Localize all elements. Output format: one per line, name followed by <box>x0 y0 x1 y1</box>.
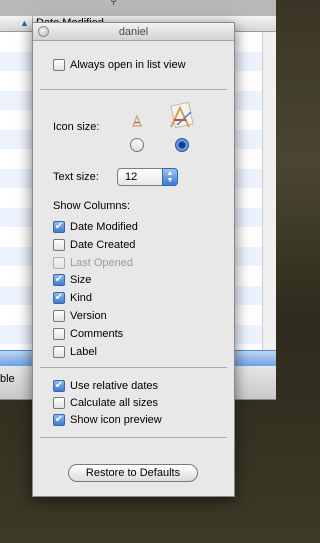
column-kind-checkbox[interactable]: ✔ Kind <box>53 291 92 305</box>
icon-size-small-radio[interactable] <box>130 138 144 152</box>
checkbox-label: Use relative dates <box>70 380 159 392</box>
checkbox-box[interactable] <box>53 238 65 251</box>
text-size-value: 12 <box>125 171 138 183</box>
search-bar <box>0 0 276 16</box>
checkbox-label: Always open in list view <box>70 59 186 71</box>
column-date-modified-checkbox[interactable]: ✔ Date Modified <box>53 220 138 234</box>
option-show-icon-preview-checkbox[interactable]: ✔ Show icon preview <box>53 413 162 427</box>
column-size-checkbox[interactable]: ✔ Size <box>53 273 91 287</box>
separator <box>40 89 227 90</box>
column-version-checkbox[interactable]: Version <box>53 309 107 323</box>
always-open-list-view-checkbox[interactable]: Always open in list view <box>53 58 186 72</box>
dropdown-arrows-icon[interactable]: ▲ ▼ <box>162 168 178 186</box>
checkbox-box[interactable] <box>53 59 65 71</box>
checkbox-box[interactable]: ✔ <box>53 380 65 392</box>
text-size-label: Text size: <box>53 171 99 183</box>
search-icon[interactable]: ⚲ <box>110 0 117 7</box>
checkbox-box[interactable] <box>53 327 65 340</box>
checkbox-label: Show icon preview <box>70 414 162 426</box>
large-icon-preview <box>170 102 194 129</box>
checkbox-label: Date Created <box>70 238 136 251</box>
text-size-dropdown[interactable]: 12 ▲ ▼ <box>117 168 178 186</box>
show-columns-label: Show Columns: <box>53 200 131 212</box>
checkbox-box <box>53 256 65 269</box>
checkbox-box[interactable]: ✔ <box>53 221 65 233</box>
panel-title: daniel <box>118 26 149 38</box>
status-text: ble <box>0 373 15 385</box>
view-options-panel: daniel Always open in list view Icon siz… <box>32 22 235 497</box>
column-last-opened-checkbox: Last Opened <box>53 256 133 270</box>
separator <box>40 367 227 368</box>
checkbox-box[interactable]: ✔ <box>53 292 65 305</box>
sort-ascending-icon[interactable]: ▲ <box>20 18 29 28</box>
checkbox-label: Size <box>70 274 92 287</box>
separator <box>40 437 227 438</box>
checkbox-label: Kind <box>70 292 93 305</box>
checkbox-label: Version <box>70 310 107 322</box>
checkbox-label: Label <box>70 345 97 358</box>
checkbox-label: Comments <box>70 327 124 340</box>
column-label-checkbox[interactable]: Label <box>53 345 97 359</box>
checkbox-box[interactable] <box>53 397 65 409</box>
checkbox-label: Calculate all sizes <box>70 397 159 409</box>
checkbox-label: Date Modified <box>70 221 138 233</box>
checkbox-box[interactable] <box>53 345 65 358</box>
small-icon-preview <box>132 114 142 127</box>
column-comments-checkbox[interactable]: Comments <box>53 327 123 341</box>
option-calculate-all-sizes-checkbox[interactable]: Calculate all sizes <box>53 396 158 410</box>
option-use-relative-dates-checkbox[interactable]: ✔ Use relative dates <box>53 379 158 393</box>
restore-defaults-button[interactable]: Restore to Defaults <box>68 464 198 482</box>
icon-size-label: Icon size: <box>53 121 100 133</box>
vertical-scrollbar[interactable] <box>262 32 276 350</box>
icon-size-large-radio[interactable] <box>175 138 189 152</box>
checkbox-box[interactable]: ✔ <box>53 414 65 426</box>
column-date-created-checkbox[interactable]: Date Created <box>53 238 135 252</box>
checkbox-box[interactable] <box>53 310 65 322</box>
checkbox-box[interactable]: ✔ <box>53 274 65 287</box>
checkbox-label: Last Opened <box>70 256 133 269</box>
